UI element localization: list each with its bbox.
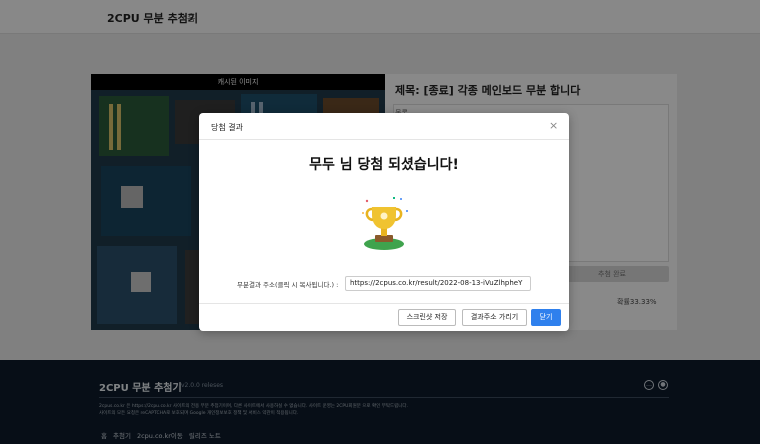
close-icon[interactable]: × bbox=[549, 119, 558, 132]
trophy-icon bbox=[362, 197, 408, 250]
save-screenshot-button[interactable]: 스크린샷 저장 bbox=[398, 309, 456, 326]
modal-title: 당첨 결과 bbox=[211, 123, 243, 132]
result-url-label: 무분결과 주소(클릭 시 복사됩니다.) : bbox=[237, 281, 339, 289]
close-button[interactable]: 닫기 bbox=[531, 309, 561, 326]
modal-header: 당첨 결과 × bbox=[199, 113, 569, 140]
result-url-field[interactable]: https://2cpus.co.kr/result/2022-08-13-iV… bbox=[345, 276, 531, 291]
winner-headline: 무두 님 당첨 되셨습니다! bbox=[309, 157, 459, 173]
result-modal: 당첨 결과 × 무두 님 당첨 되셨습니다! 무분결과 주소(클릭 시 복사됩니… bbox=[199, 113, 569, 331]
hide-result-url-button[interactable]: 결과주소 가리기 bbox=[462, 309, 527, 326]
